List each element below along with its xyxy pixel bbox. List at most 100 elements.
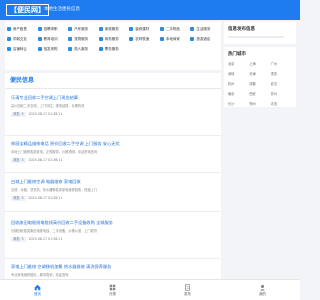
page: 【便民网】 本地生活便民信息 房产租售 招聘求职 汽车服务 家政服务 装修建材 二手物品 生… [0,0,300,300]
category-icon [129,27,134,31]
item-meta: 浏览: 3 2025-08-17 01:38:11 [11,112,216,117]
list-item[interactable]: 帅丽宝精品维修电话 原价回收二手空调 上门服务 安心无忧 本地上门维修各类家电，… [11,140,216,163]
city-link[interactable]: 武汉 [271,82,292,87]
category-icon [68,47,73,51]
category-panel: 房产租售 招聘求职 汽车服务 家政服务 装修建材 二手物品 生活服务同城交友 教育培训 宠物服务… [5,22,221,70]
list-item[interactable]: 回收废旧电缆线电缆线高价回收二手设备收购 全城服务 长期回收各类废旧电缆电线、二… [11,219,216,242]
category-label: 本地商家 [165,36,180,41]
publish-icon [185,283,190,291]
category-label: 商务服务 [104,36,119,41]
category-label: 二手物品 [165,26,180,31]
divider [5,172,221,173]
list-item[interactable]: 白城上门维修空调 电器维修 家电回收 空调、冰箱、洗衣机、热水器等各类家电维修回… [11,178,216,201]
item-title[interactable]: 家电上门维修 空调移机加氟 热水器维修 清洗保养服务 [11,263,216,270]
category-item[interactable]: 旅游酒店 [190,35,219,43]
city-link[interactable]: 郑州 [249,102,270,107]
category-item[interactable]: 同城交友 [7,35,36,43]
city-link[interactable]: 苏州 [271,92,292,97]
item-title[interactable]: 白城上门维修空调 电器维修 家电回收 [11,178,216,185]
tab-publish[interactable]: 发布 [150,280,225,300]
category-item[interactable]: 装修建材 [129,25,158,33]
category-item[interactable]: 家政服务 [98,25,128,33]
listing-title: 便民信息 [10,77,35,84]
category-icon [37,27,42,31]
city-link[interactable]: 杭州 [228,82,249,87]
listing-header: 便民信息 [5,73,221,89]
tab-label: 发布 [184,291,191,296]
item-meta: 浏览: 3 2025-08-17 01:38:11 [11,237,216,242]
category-icon [109,284,116,290]
category-label: 招聘求职 [43,26,58,31]
site-slogan: 本地生活便民信息 [44,7,80,12]
sidebar-cities-title: 热门城市 [228,52,246,57]
sidebar-info-title: 信息发布信息 [228,27,255,32]
category-label: 教育培训 [43,36,58,41]
category-icon [98,37,103,41]
item-description: 高价回收二手空调，上门评估，现场结算，长期有效 [11,104,85,108]
item-date: 2025-08-17 01:38:11 [28,196,63,200]
category-item[interactable]: 生活服务 [190,25,219,33]
category-icon [68,27,73,31]
item-description: 本地上门维修各类家电，正规服务，价格透明，欢迎来电咨询 [11,150,98,154]
category-item [129,45,158,53]
category-icon [37,37,42,41]
views-badge: 浏览: 3 [11,112,26,117]
category-label: 批发采购 [43,46,58,51]
item-title[interactable]: 回收废旧电缆线电缆线高价回收二手设备收购 全城服务 [11,219,216,226]
item-title[interactable]: 帅丽宝精品维修电话 原价回收二手空调 上门服务 安心无忧 [11,140,216,147]
city-link[interactable]: 青岛 [271,102,292,107]
category-item[interactable]: 汽车服务 [68,25,97,33]
views-badge: 浏览: 3 [11,158,26,163]
city-link[interactable]: 深圳 [228,72,249,77]
tab-label: 我的 [259,291,266,296]
city-link[interactable]: 西安 [249,92,270,97]
city-link[interactable]: 北京 [228,62,249,67]
city-link[interactable]: 长沙 [228,102,249,107]
city-link[interactable]: 重庆 [271,72,292,77]
category-item[interactable]: 店铺转让 [7,45,36,53]
category-icon [159,27,164,31]
views-badge: 浏览: 3 [11,196,26,201]
tab-home[interactable]: 首页 [0,280,75,300]
tab-label: 首页 [34,291,41,296]
category-label: 汽车服务 [74,26,89,31]
item-description: 长期回收各类废旧电缆电线、二手设备，价格公道，上门看货 [11,229,98,233]
city-grid: 北京 上海 广州深圳 天津 重庆杭州 成都 武汉南京 西安 苏州长沙 郑州 青岛 [228,62,292,107]
sidebar-cities-card: 热门城市 北京 上海 广州深圳 天津 重庆杭州 成都 武汉南京 西安 苏州长沙 郑州 青岛 [224,47,296,107]
bottom-nav: 首页 分类 发布 我的 [0,279,300,300]
list-item[interactable]: 乐清专业回收二手空调上门现金结算 高价回收二手空调，上门评估，现场结算，长期有效… [11,94,216,117]
category-item[interactable]: 教育培训 [37,35,67,43]
item-description: 空调、冰箱、洗衣机、热水器等各类家电维修回收，快速上门 [11,188,98,192]
site-logo[interactable]: 【便民网】 [6,4,49,16]
category-item[interactable]: 票务服务 [98,45,128,53]
category-item[interactable]: 房产租售 [7,25,36,33]
item-title[interactable]: 乐清专业回收二手空调上门现金结算 [11,94,216,101]
divider [5,135,221,136]
city-link[interactable]: 广州 [271,62,292,67]
category-item[interactable]: 农林牧渔 [129,35,158,43]
category-label: 家政服务 [104,26,119,31]
category-label: 农林牧渔 [135,36,150,41]
category-item[interactable]: 宠物服务 [68,35,97,43]
tab-category[interactable]: 分类 [75,280,150,300]
user-icon [260,284,265,291]
item-date: 2025-08-17 01:38:11 [28,112,63,116]
category-icon [98,47,103,51]
category-label: 同城交友 [13,36,27,41]
divider [5,258,221,259]
city-link[interactable]: 天津 [249,72,270,77]
category-item[interactable]: 本地商家 [159,35,189,43]
category-item[interactable]: 丽人服务 [68,45,97,53]
category-icon [37,47,42,51]
city-link[interactable]: 南京 [228,92,249,97]
tab-user[interactable]: 我的 [225,280,300,300]
category-item[interactable]: 批发采购 [37,45,67,53]
category-item[interactable]: 招聘求职 [37,25,67,33]
category-item[interactable]: 二手物品 [159,25,189,33]
category-item[interactable]: 商务服务 [98,35,128,43]
city-link[interactable]: 上海 [249,62,270,67]
city-link[interactable]: 成都 [249,82,270,87]
item-meta: 浏览: 3 2025-08-17 01:38:11 [11,158,216,163]
category-label: 丽人服务 [74,46,89,51]
item-date: 2025-08-17 01:38:11 [28,237,63,241]
